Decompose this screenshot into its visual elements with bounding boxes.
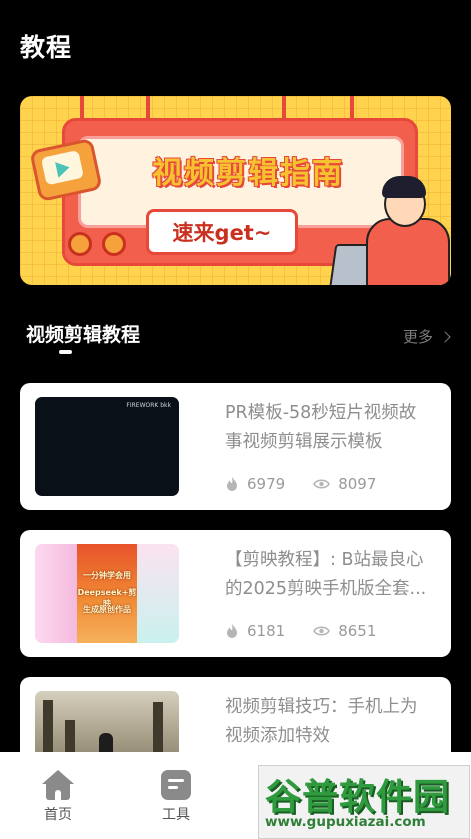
site-watermark: 谷普软件园 www.gupuxiazai.com (258, 765, 470, 839)
card-title: 视频剪辑技巧：手机上为视频添加特效 (225, 697, 418, 746)
video-thumbnail: 一分钟学会用 Deepseek+剪映 生成原创作品 (35, 544, 179, 643)
like-count: 6979 (247, 475, 286, 493)
banner-knob (68, 232, 92, 256)
banner-knob (102, 232, 126, 256)
card-stats: 6181 8651 (225, 622, 404, 640)
video-thumbnail: FIREWORK bkk (35, 397, 179, 496)
like-count: 6181 (247, 622, 286, 640)
flame-icon (227, 477, 237, 491)
person-hair-illustration (382, 176, 426, 198)
thumbnail-text: 生成原创作品 (83, 605, 131, 614)
thumbnail-watermark: FIREWORK bkk (126, 402, 171, 409)
tutorial-banner[interactable]: 视频剪辑指南 速来get~ (20, 96, 451, 285)
card-title: PR模板-58秒短片视频故事视频剪辑展示模板 (225, 403, 417, 452)
tools-icon (161, 770, 191, 800)
home-icon (42, 770, 74, 800)
person-illustration (366, 218, 450, 285)
thumbnail-text: 一分钟学会用 (83, 571, 131, 580)
more-label: 更多 (402, 328, 433, 346)
banner-cta-button[interactable]: 速来get~ (146, 209, 298, 255)
view-count: 8651 (338, 622, 377, 640)
view-count: 8097 (338, 475, 377, 493)
section-title: 视频剪辑教程 (26, 324, 141, 346)
more-link[interactable]: 更多 (402, 326, 451, 347)
nav-item-tools[interactable]: 工具 (146, 770, 206, 824)
eye-icon (313, 626, 331, 636)
eye-icon (313, 479, 331, 489)
watermark-url: www.gupuxiazai.com (265, 814, 426, 830)
watermark-brand: 谷普软件园 (265, 777, 451, 818)
nav-label: 首页 (44, 807, 72, 823)
page-title: 教程 (20, 33, 73, 62)
tutorial-card[interactable]: 一分钟学会用 Deepseek+剪映 生成原创作品 【剪映教程】: B站最良心的… (20, 530, 451, 657)
card-stats: 6979 8097 (225, 475, 404, 493)
tutorial-card[interactable]: FIREWORK bkk PR模板-58秒短片视频故事视频剪辑展示模板 6979… (20, 383, 451, 510)
chevron-right-icon (439, 330, 451, 343)
banner-headline: 视频剪辑指南 (152, 156, 344, 191)
section-underline (59, 350, 72, 354)
flame-icon (227, 624, 237, 638)
card-title: 【剪映教程】: B站最良心的2025剪映手机版全套... (225, 550, 427, 599)
nav-item-home[interactable]: 首页 (28, 770, 88, 824)
nav-label: 工具 (162, 807, 190, 823)
